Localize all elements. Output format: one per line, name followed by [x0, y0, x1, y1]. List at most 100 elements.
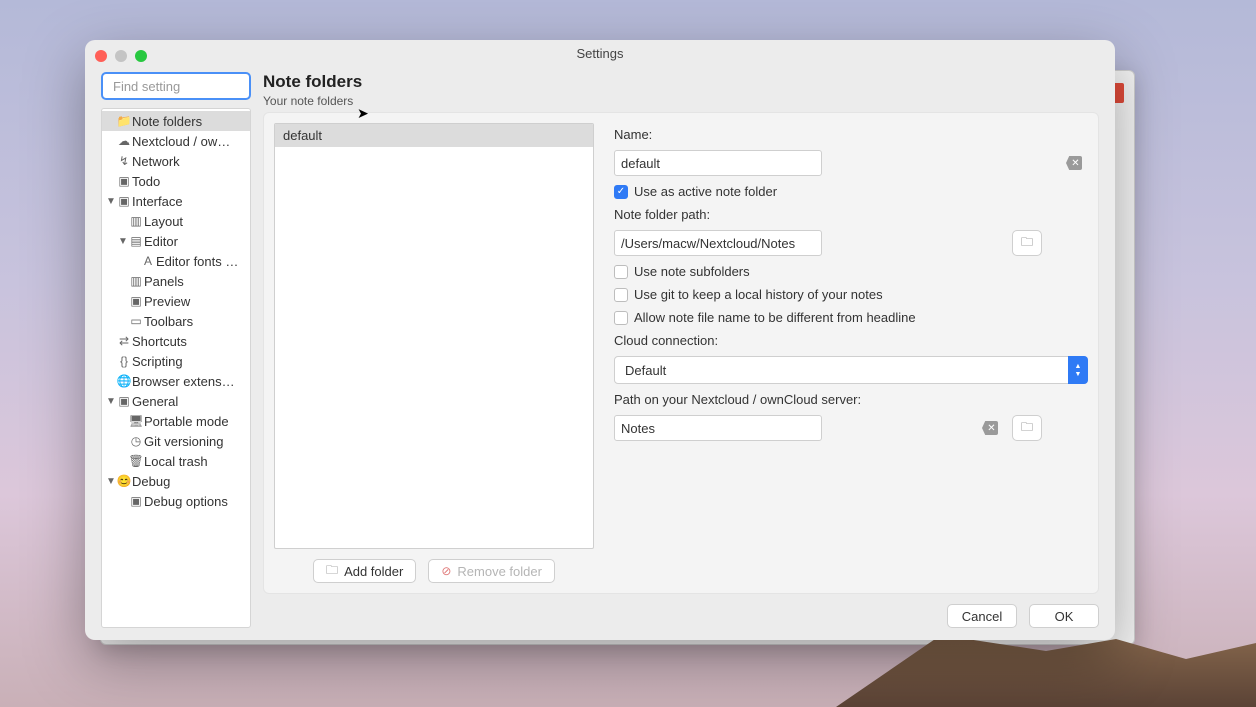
name-label: Name: [614, 127, 1088, 142]
path-input[interactable] [614, 230, 822, 256]
cloud-label: Cloud connection: [614, 333, 1088, 348]
add-folder-label: Add folder [344, 564, 403, 579]
tree-item-label: General [132, 394, 178, 409]
folder-list-item[interactable]: default [275, 124, 593, 147]
tree-item-label: Debug [132, 474, 170, 489]
browse-server-path-button[interactable]: 🗀 [1012, 415, 1042, 441]
tree-item-icon: ▤ [128, 234, 144, 248]
folder-plus-icon: 🗀 [326, 561, 338, 582]
allow-filename-checkbox[interactable] [614, 311, 628, 325]
sidebar-item-note-folders[interactable]: 📁Note folders [102, 111, 250, 131]
cloud-select-value: Default [625, 363, 666, 378]
sidebar-item-general[interactable]: ▼▣General [102, 391, 250, 411]
minimize-window-button[interactable] [115, 50, 127, 62]
tree-item-label: Local trash [144, 454, 208, 469]
tree-item-label: Note folders [132, 114, 202, 129]
sidebar-item-preview[interactable]: ▣Preview [102, 291, 250, 311]
search-input-wrap[interactable] [101, 72, 251, 100]
tree-arrow-icon: ▼ [106, 396, 116, 407]
tree-arrow-icon: ▼ [106, 476, 116, 487]
sidebar-item-editor-fonts[interactable]: AEditor fonts … [102, 251, 250, 271]
allow-filename-label: Allow note file name to be different fro… [634, 310, 916, 325]
tree-item-icon: ▣ [128, 494, 144, 508]
tree-item-label: Editor fonts … [156, 254, 238, 269]
sidebar-item-git-versioning[interactable]: ◷Git versioning [102, 431, 250, 451]
tree-item-label: Git versioning [144, 434, 223, 449]
tree-item-label: Preview [144, 294, 190, 309]
sidebar-item-network[interactable]: ↯Network [102, 151, 250, 171]
use-git-label: Use git to keep a local history of your … [634, 287, 883, 302]
titlebar: Settings [85, 40, 1115, 64]
folder-icon: 🗀 [1021, 233, 1033, 254]
tree-item-label: Network [132, 154, 180, 169]
window-title: Settings [577, 46, 624, 61]
server-path-label: Path on your Nextcloud / ownCloud server… [614, 392, 1088, 407]
add-folder-button[interactable]: 🗀 Add folder [313, 559, 416, 583]
remove-folder-button: ⊘ Remove folder [428, 559, 555, 583]
use-active-checkbox[interactable]: ✓ [614, 185, 628, 199]
tree-item-icon: A [140, 254, 156, 268]
cancel-button[interactable]: Cancel [947, 604, 1017, 628]
tree-item-label: Scripting [132, 354, 183, 369]
sidebar-item-scripting[interactable]: {}Scripting [102, 351, 250, 371]
tree-item-icon: ↯ [116, 154, 132, 168]
sidebar-item-debug-options[interactable]: ▣Debug options [102, 491, 250, 511]
clear-name-icon[interactable]: ✕ [1066, 156, 1082, 170]
tree-item-label: Shortcuts [132, 334, 187, 349]
tree-item-label: Todo [132, 174, 160, 189]
tree-item-icon: ▭ [128, 314, 144, 328]
tree-item-icon: ⇄ [116, 334, 132, 348]
tree-arrow-icon: ▼ [118, 236, 128, 247]
tree-item-icon: 😊 [116, 474, 132, 488]
remove-folder-label: Remove folder [457, 564, 542, 579]
close-window-button[interactable] [95, 50, 107, 62]
use-subfolders-checkbox[interactable] [614, 265, 628, 279]
tree-item-icon: 🌐 [116, 374, 132, 388]
sidebar-item-interface[interactable]: ▼▣Interface [102, 191, 250, 211]
ok-button[interactable]: OK [1029, 604, 1099, 628]
tree-item-label: Browser extens… [132, 374, 235, 389]
use-git-checkbox[interactable] [614, 288, 628, 302]
sidebar-item-shortcuts[interactable]: ⇄Shortcuts [102, 331, 250, 351]
tree-item-label: Debug options [144, 494, 228, 509]
use-active-label: Use as active note folder [634, 184, 777, 199]
forbidden-icon: ⊘ [441, 564, 451, 578]
tree-item-label: Panels [144, 274, 184, 289]
sidebar-item-toolbars[interactable]: ▭Toolbars [102, 311, 250, 331]
sidebar-item-layout[interactable]: ▥Layout [102, 211, 250, 231]
server-path-input[interactable] [614, 415, 822, 441]
sidebar-item-todo[interactable]: ▣Todo [102, 171, 250, 191]
tree-item-label: Nextcloud / ow… [132, 134, 230, 149]
tree-item-icon: 🖥 [128, 414, 144, 428]
tree-item-icon: ◷ [128, 434, 144, 448]
tree-item-label: Toolbars [144, 314, 193, 329]
tree-item-icon: ▣ [116, 394, 132, 408]
sidebar-item-debug[interactable]: ▼😊Debug [102, 471, 250, 491]
maximize-window-button[interactable] [135, 50, 147, 62]
settings-tree[interactable]: 📁Note folders☁Nextcloud / ow…↯Network▣To… [101, 108, 251, 628]
sidebar-item-panels[interactable]: ▥Panels [102, 271, 250, 291]
folder-list[interactable]: default [274, 123, 594, 549]
browse-path-button[interactable]: 🗀 [1012, 230, 1042, 256]
tree-item-icon: ▥ [128, 274, 144, 288]
sidebar-item-portable-mode[interactable]: 🖥Portable mode [102, 411, 250, 431]
tree-item-icon: ▣ [116, 194, 132, 208]
folder-icon: 🗀 [1021, 418, 1033, 439]
sidebar-item-local-trash[interactable]: 🗑Local trash [102, 451, 250, 471]
tree-item-label: Portable mode [144, 414, 229, 429]
tree-item-icon: ▥ [128, 214, 144, 228]
tree-item-icon: 🗑 [128, 454, 144, 468]
tree-item-icon: ▣ [116, 174, 132, 188]
sidebar-item-browser-extens[interactable]: 🌐Browser extens… [102, 371, 250, 391]
cancel-label: Cancel [962, 609, 1002, 624]
cloud-select[interactable]: Default [614, 356, 1088, 384]
clear-server-path-icon[interactable]: ✕ [982, 421, 998, 435]
name-input[interactable] [614, 150, 822, 176]
sidebar-item-nextcloud-ow[interactable]: ☁Nextcloud / ow… [102, 131, 250, 151]
path-label: Note folder path: [614, 207, 1088, 222]
sidebar-item-editor[interactable]: ▼▤Editor [102, 231, 250, 251]
chevron-updown-icon: ▲▼ [1068, 356, 1088, 384]
tree-item-icon: ▣ [128, 294, 144, 308]
tree-item-label: Layout [144, 214, 183, 229]
ok-label: OK [1055, 609, 1074, 624]
